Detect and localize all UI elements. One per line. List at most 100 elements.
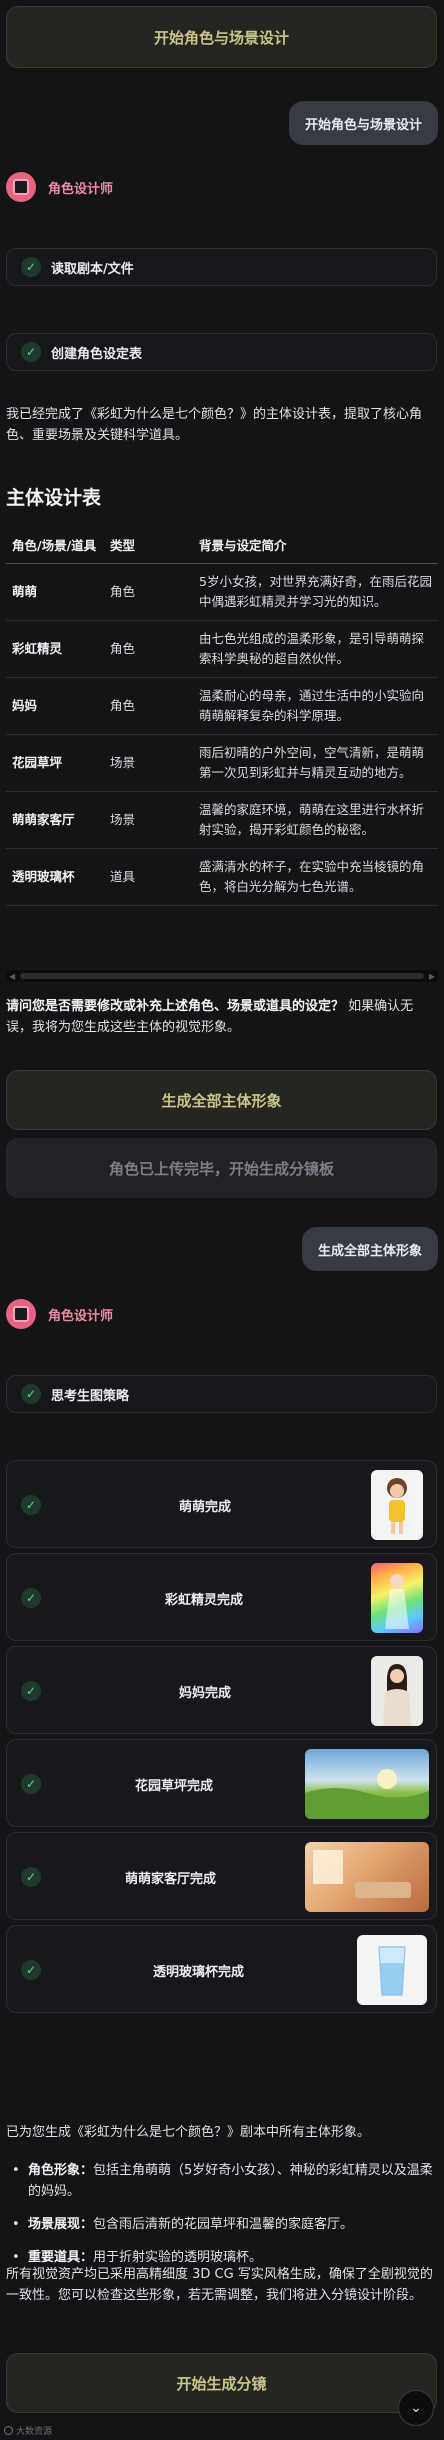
cell-desc: 5岁小女孩，对世界充满好奇，在雨后花园中偶遇彩虹精灵并学习光的知识。 <box>193 563 438 621</box>
watermark-text: 大数资源 <box>16 2427 53 2437</box>
check-icon: ✓ <box>21 1588 41 1608</box>
list-item: 角色形象：包括主角萌萌（5岁好奇小女孩）、神秘的彩虹精灵以及温柔的妈妈。 <box>6 2160 438 2202</box>
start-design-label: 开始角色与场景设计 <box>153 28 289 47</box>
cell-type: 角色 <box>104 620 193 678</box>
result-card-glass[interactable]: ✓ 透明玻璃杯完成 <box>6 1925 437 2013</box>
watermark: 大数资源 <box>4 2424 52 2437</box>
cell-name: 萌萌家客厅 <box>6 791 104 849</box>
cell-type: 角色 <box>104 677 193 735</box>
table-row: 萌萌家客厅 场景 温馨的家庭环境，萌萌在这里进行水杯折射实验，揭开彩虹颜色的秘密… <box>6 791 438 849</box>
result-card-rainbow-fairy[interactable]: ✓ 彩虹精灵完成 <box>6 1553 437 1641</box>
user-message: 开始角色与场景设计 <box>288 101 438 145</box>
rainbow-fairy-image[interactable] <box>371 1563 423 1633</box>
result-card-living-room[interactable]: ✓ 萌萌家客厅完成 <box>6 1832 437 1920</box>
check-icon: ✓ <box>21 1960 41 1980</box>
mama-image[interactable] <box>371 1656 423 1726</box>
start-storyboard-button[interactable]: 开始生成分镜 <box>6 2353 437 2413</box>
table-row: 彩虹精灵 角色 由七色光组成的温柔形象，是引导萌萌探索科学奥秘的超自然伙伴。 <box>6 620 438 678</box>
cell-type: 场景 <box>104 734 193 792</box>
task-strategy[interactable]: ✓ 思考生图策略 <box>6 1375 437 1413</box>
cell-desc: 温馨的家庭环境，萌萌在这里进行水杯折射实验，揭开彩虹颜色的秘密。 <box>193 791 438 849</box>
cell-desc: 盛满清水的杯子，在实验中充当棱镜的角色，将白光分解为七色光谱。 <box>193 848 438 906</box>
question-bold: 请问您是否需要修改或补充上述角色、场景或道具的设定？ <box>6 999 345 1014</box>
scrollbar-thumb[interactable] <box>20 973 424 979</box>
result-card-mama[interactable]: ✓ 妈妈完成 <box>6 1646 437 1734</box>
generate-all-label: 生成全部主体形象 <box>161 1091 282 1110</box>
bullet-label: 角色形象： <box>28 2163 94 2178</box>
cell-type: 道具 <box>104 848 193 906</box>
user-message: 生成全部主体形象 <box>301 1227 438 1271</box>
task-label: 思考生图策略 <box>51 1388 130 1404</box>
cell-desc: 雨后初晴的户外空间，空气清新，是萌萌第一次见到彩虹并与精灵互动的地方。 <box>193 734 438 792</box>
task-label: 读取剧本/文件 <box>51 261 134 277</box>
cell-name: 妈妈 <box>6 677 104 735</box>
living-room-image[interactable] <box>305 1842 429 1912</box>
col-header-type: 类型 <box>104 528 193 564</box>
cell-type: 角色 <box>104 563 193 621</box>
agent-header: 角色设计师 <box>6 1299 113 1329</box>
result-label: 花园草坪完成 <box>135 1779 214 1794</box>
check-icon: ✓ <box>21 1495 41 1515</box>
result-label: 妈妈完成 <box>179 1686 232 1701</box>
cell-name: 花园草坪 <box>6 734 104 792</box>
start-design-button[interactable]: 开始角色与场景设计 <box>6 6 437 68</box>
list-item: 场景展现：包含雨后清新的花园草坪和温馨的家庭客厅。 <box>6 2214 438 2235</box>
agent-name: 角色设计师 <box>48 1308 114 1324</box>
bullet-text: 用于折射实验的透明玻璃杯。 <box>93 2250 263 2265</box>
bullet-label: 重要道具： <box>28 2250 94 2265</box>
cell-desc: 由七色光组成的温柔形象，是引导萌萌探索科学奥秘的超自然伙伴。 <box>193 620 438 678</box>
agent-header: 角色设计师 <box>6 172 113 202</box>
start-storyboard-board-button[interactable]: 角色已上传完毕，开始生成分镜板 <box>6 1138 437 1198</box>
result-card-mengmeng[interactable]: ✓ 萌萌完成 <box>6 1460 437 1548</box>
check-icon: ✓ <box>21 1774 41 1794</box>
task-label: 创建角色设定表 <box>51 346 143 362</box>
agent-avatar <box>6 172 36 202</box>
task-create-sheet[interactable]: ✓ 创建角色设定表 <box>6 333 437 371</box>
summary-text: 已为您生成《彩虹为什么是七个颜色？》剧本中所有主体形象。 <box>6 2125 371 2140</box>
result-label: 透明玻璃杯完成 <box>153 1965 245 1980</box>
scroll-right-icon[interactable]: ▶ <box>429 972 435 981</box>
col-header-name: 角色/场景/道具 <box>6 528 104 564</box>
generate-all-button[interactable]: 生成全部主体形象 <box>6 1070 437 1130</box>
agent-avatar <box>6 1299 36 1329</box>
scroll-down-button[interactable]: ⌄ <box>398 2390 434 2426</box>
storyboard-label: 开始生成分镜 <box>176 2374 267 2393</box>
glass-image[interactable] <box>357 1935 427 2005</box>
garden-image[interactable] <box>305 1749 429 1819</box>
result-label: 萌萌家客厅完成 <box>125 1872 217 1887</box>
table-row: 花园草坪 场景 雨后初晴的户外空间，空气清新，是萌萌第一次见到彩虹并与精灵互动的… <box>6 734 438 792</box>
cell-name: 透明玻璃杯 <box>6 848 104 906</box>
design-table: 角色/场景/道具 类型 背景与设定简介 萌萌 角色 5岁小女孩，对世界充满好奇，… <box>6 528 438 906</box>
task-read-script[interactable]: ✓ 读取剧本/文件 <box>6 248 437 286</box>
scroll-left-icon[interactable]: ◀ <box>9 972 15 981</box>
check-icon: ✓ <box>21 342 41 362</box>
result-label: 萌萌完成 <box>179 1500 232 1515</box>
user-message-text: 开始角色与场景设计 <box>304 117 422 133</box>
uploaded-label: 角色已上传完毕，开始生成分镜板 <box>108 1159 334 1178</box>
col-header-desc: 背景与设定简介 <box>193 528 438 564</box>
check-icon: ✓ <box>21 1867 41 1887</box>
result-card-garden[interactable]: ✓ 花园草坪完成 <box>6 1739 437 1827</box>
cell-name: 彩虹精灵 <box>6 620 104 678</box>
result-label: 彩虹精灵完成 <box>165 1593 244 1608</box>
intro-text: 我已经完成了《彩虹为什么是七个颜色？》的主体设计表，提取了核心角色、重要场景及关… <box>6 407 423 443</box>
summary-list: 角色形象：包括主角萌萌（5岁好奇小女孩）、神秘的彩虹精灵以及温柔的妈妈。 场景展… <box>6 2160 438 2280</box>
bullet-label: 场景展现： <box>28 2217 94 2232</box>
chevron-down-icon: ⌄ <box>410 2400 422 2416</box>
question-text: 请问您是否需要修改或补充上述角色、场景或道具的设定？ 如果确认无误，我将为您生成… <box>6 996 438 1038</box>
check-icon: ✓ <box>21 1681 41 1701</box>
cell-desc: 温柔耐心的母亲，通过生活中的小实验向萌萌解释复杂的科学原理。 <box>193 677 438 735</box>
closing-text: 所有视觉资产均已采用高精细度 3D CG 写实风格生成，确保了全剧视觉的一致性。… <box>6 2267 433 2303</box>
check-icon: ✓ <box>21 257 41 277</box>
mengmeng-image[interactable] <box>371 1470 423 1540</box>
table-scrollbar[interactable]: ◀ ▶ <box>6 970 438 982</box>
agent-name: 角色设计师 <box>48 181 114 197</box>
cell-name: 萌萌 <box>6 563 104 621</box>
check-icon: ✓ <box>21 1384 41 1404</box>
table-row: 透明玻璃杯 道具 盛满清水的杯子，在实验中充当棱镜的角色，将白光分解为七色光谱。 <box>6 848 438 906</box>
watermark-logo-icon <box>4 2426 13 2435</box>
cell-type: 场景 <box>104 791 193 849</box>
table-row: 萌萌 角色 5岁小女孩，对世界充满好奇，在雨后花园中偶遇彩虹精灵并学习光的知识。 <box>6 563 438 621</box>
table-row: 妈妈 角色 温柔耐心的母亲，通过生活中的小实验向萌萌解释复杂的科学原理。 <box>6 677 438 735</box>
user-message-text: 生成全部主体形象 <box>317 1243 422 1259</box>
